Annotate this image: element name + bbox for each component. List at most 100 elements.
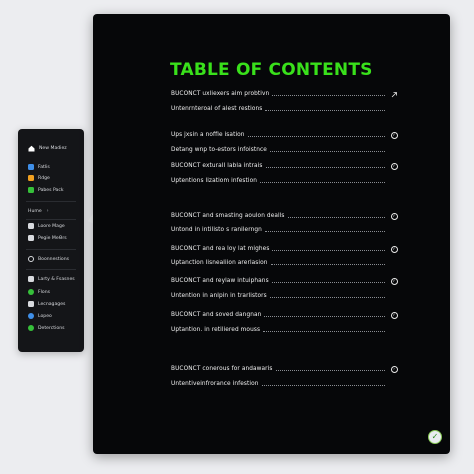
toc-entry[interactable]: Untentiveinfrorance infestion (171, 379, 385, 389)
dot-leader (269, 151, 385, 152)
sidebar-item-hume[interactable]: Hume › (28, 206, 49, 216)
toc-entry-text: BUCONCT conerous for andawaris (171, 366, 273, 372)
sidebar-item-larty[interactable]: Larty & Fsasnes (28, 274, 75, 284)
sidebar-item-fatlis[interactable]: Fatlis (28, 162, 50, 172)
dot-leader (271, 282, 385, 283)
dot-leader (272, 95, 385, 96)
toc-entry-text: Ups jxsin a noffle isation (171, 132, 245, 138)
sidebar-item-pegie-mears[interactable]: Pegie MeΘrs (28, 233, 67, 243)
check-circle-icon[interactable]: ✓ (389, 130, 399, 140)
toc-entry[interactable]: BUCONCT and rea loy lat mighes ✓ (171, 244, 398, 254)
sidebar-item-label: Larty & Fsasnes (38, 276, 75, 282)
sidebar-item-lecnagages[interactable]: Lecnagages (28, 299, 65, 309)
toc-entry[interactable]: BUCONCT conerous for andawaris › (171, 364, 398, 374)
check-circle-icon[interactable]: ✓ (389, 276, 399, 286)
toc-entry[interactable]: BUCONCT uxliexers aim probtivn (171, 89, 397, 99)
toc-entry-text: Untenrnteroal of alest restions (171, 106, 263, 112)
toc-entry-text: Untond in intilisto s ranilerngn (171, 227, 262, 233)
dot-leader (265, 110, 385, 111)
toc-entry[interactable]: BUCONCT and soved dangnan ✓ (171, 310, 398, 320)
toc-entry[interactable]: Uptentions lizatiom infestion (171, 176, 385, 186)
sidebar-item-label: Flons (38, 289, 51, 295)
toc-entry[interactable]: Untond in intilisto s ranilerngn (171, 225, 385, 235)
toc-entry-text: BUCONCT exturalI labla intrais (171, 163, 263, 169)
toc-entry[interactable]: Uptanction lisnealiion arerlasion (171, 258, 385, 268)
toc-entry-text: Detang wnp to-estors infoistnce (171, 147, 267, 153)
toc-entry-text: Uptanction lisnealiion arerlasion (171, 260, 268, 266)
dot-leader (264, 231, 385, 232)
check-circle-icon[interactable]: ✓ (389, 244, 399, 254)
toc-entry[interactable]: BUCONCT exturalI labla intrais ✓ (171, 161, 398, 171)
sidebar-item-flons[interactable]: Flons (28, 287, 50, 297)
dot-leader (272, 250, 385, 251)
toc-entry-text: BUCONCT uxliexers aim probtivn (171, 91, 270, 97)
sidebar-item-boonnestions[interactable]: Boonnestions (28, 254, 69, 264)
sidebar-divider (26, 249, 76, 250)
home-icon (28, 145, 35, 152)
toc-entry[interactable]: Untenrnteroal of alest restions (171, 104, 385, 114)
sidebar-item-deterctions[interactable]: Deterctions (28, 323, 65, 333)
toc-entry-text: BUCONCT and soved dangnan (171, 312, 262, 318)
toc-entry-text: Untention in anlpin in trarlistors (171, 293, 267, 299)
page-title: TABLE OF CONTENTS (170, 60, 373, 80)
toc-entry[interactable]: BUCONCT and smasting aoulon dealls ✓ (171, 211, 398, 221)
sidebar-item-label: Pabes Pack (38, 187, 64, 193)
sidebar-item-label: Loore Mage (38, 223, 65, 229)
layers-icon (28, 276, 34, 282)
sidebar-item-new[interactable]: New Madiez (28, 143, 67, 153)
detection-icon (28, 325, 34, 331)
flow-icon (28, 289, 34, 295)
arrow-circle-icon[interactable]: › (389, 364, 399, 374)
sidebar-divider (26, 219, 76, 220)
dot-leader (265, 167, 385, 168)
dot-leader (261, 385, 385, 386)
folder-icon (28, 223, 34, 229)
sidebar-item-pabes-pack[interactable]: Pabes Pack (28, 185, 64, 195)
dot-leader (275, 370, 385, 371)
toc-entry[interactable]: Ups jxsin a noffle isation ✓ (171, 130, 398, 140)
settings-icon (28, 256, 34, 262)
toc-entry[interactable]: Untention in anlpin in trarlistors (171, 291, 385, 301)
check-circle-icon[interactable]: ✓ (389, 310, 399, 320)
sidebar-item-label: Deterctions (38, 325, 65, 331)
toc-entry-text: BUCONCT and rea loy lat mighes (171, 246, 270, 252)
toc-entry-text: BUCONCT and smasting aoulon dealls (171, 213, 285, 219)
sidebar-item-lopeo[interactable]: Lopeo (28, 311, 52, 321)
check-badge-icon[interactable]: ✓ (428, 430, 442, 444)
pages-icon (28, 187, 34, 193)
arrow-icon[interactable] (389, 89, 399, 99)
toc-entry-text: BUCONCT and reylaw intuiphans (171, 278, 269, 284)
dot-leader (260, 182, 385, 183)
tasks-icon (28, 164, 34, 170)
sidebar-item-label: Rdge (38, 175, 50, 181)
sidebar-item-label: Hume (28, 208, 42, 214)
dot-leader (264, 316, 385, 317)
sidebar-item-label: Boonnestions (38, 256, 70, 262)
grid-icon (28, 301, 34, 307)
toc-entry-text: Uptantion. in retiliered mouss (171, 327, 261, 333)
sidebar-item-loore-mage[interactable]: Loore Mage (28, 221, 65, 231)
sidebar-item-label: Pegie MeΘrs (38, 235, 67, 241)
dot-leader (269, 297, 385, 298)
sidebar-divider (26, 269, 76, 270)
page-icon (28, 235, 34, 241)
toc-entry-text: Untentiveinfrorance infestion (171, 381, 259, 387)
dot-leader (247, 136, 385, 137)
logo-icon (28, 313, 34, 319)
sidebar-item-label: Fatlis (38, 164, 50, 170)
check-circle-icon[interactable]: ✓ (389, 211, 399, 221)
dot-leader (263, 331, 385, 332)
toc-entry[interactable]: BUCONCT and reylaw intuiphans ✓ (171, 276, 398, 286)
check-circle-icon[interactable]: ✓ (389, 161, 399, 171)
toc-entry[interactable]: Uptantion. in retiliered mouss (171, 325, 385, 335)
toc-entry[interactable]: Detang wnp to-estors infoistnce (171, 145, 385, 155)
dot-leader (270, 264, 385, 265)
sidebar-item-rdge[interactable]: Rdge (28, 173, 50, 183)
sidebar-divider (26, 201, 76, 202)
document-page: TABLE OF CONTENTS BUCONCT uxliexers aim … (93, 14, 450, 454)
dot-leader (287, 217, 385, 218)
chevron-right-icon: › (46, 208, 49, 214)
sidebar-item-label: Lecnagages (38, 301, 66, 307)
sidebar: New Madiez Fatlis Rdge Pabes Pack Hume ›… (18, 129, 84, 352)
sidebar-item-label: Lopeo (38, 313, 52, 319)
